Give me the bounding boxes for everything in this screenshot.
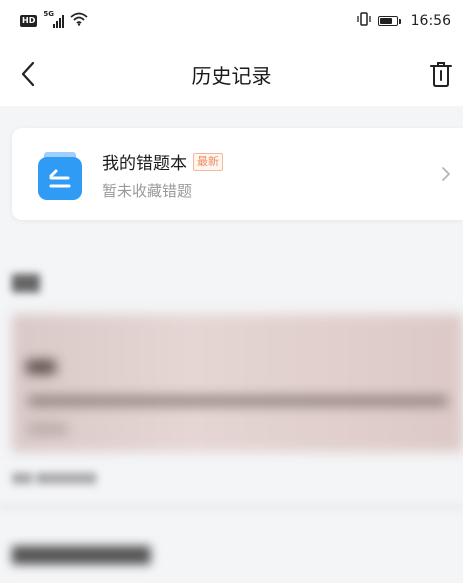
chevron-left-icon xyxy=(21,61,35,87)
status-time: 16:56 xyxy=(410,13,451,29)
blurred-item-title: ▇▇▇▇▇▇▇▇▇▇ xyxy=(12,544,151,565)
notebook-icon xyxy=(38,152,82,200)
new-badge: 最新 xyxy=(193,152,223,171)
section-divider xyxy=(0,502,463,512)
chevron-right-icon xyxy=(442,167,450,181)
status-bar: HD 5G 16:56 xyxy=(0,0,463,42)
nav-bar: 历史记录 xyxy=(0,42,463,106)
mistakes-notebook-card[interactable]: 我的错题本 最新 暂未收藏错题 xyxy=(12,128,463,220)
vibrate-icon xyxy=(356,12,372,30)
blurred-history-item[interactable] xyxy=(12,314,463,452)
card-title: 我的错题本 xyxy=(102,154,187,174)
page-title: 历史记录 xyxy=(191,63,272,88)
trash-icon xyxy=(430,62,452,87)
battery-icon xyxy=(377,16,401,26)
back-button[interactable] xyxy=(10,56,46,92)
hd-icon: HD xyxy=(20,15,38,27)
signal-icon: 5G xyxy=(43,10,65,28)
blurred-section-label: ▇▇ xyxy=(12,272,40,293)
clear-history-button[interactable] xyxy=(423,56,459,92)
card-title-row: 我的错题本 最新 xyxy=(102,149,223,174)
status-left: HD 5G xyxy=(20,10,88,30)
blurred-meta: ▆▆ ▆▆▆▆▆▆ xyxy=(12,470,97,485)
blurred-history-section: ▇▇ ▆▆ ▆▆▆▆▆▆ ▇▇▇▇▇▇▇▇▇▇ xyxy=(0,232,463,583)
wifi-icon xyxy=(70,12,88,30)
network-type: 5G xyxy=(43,10,54,18)
card-subtitle: 暂未收藏错题 xyxy=(102,182,193,200)
status-right: 16:56 xyxy=(356,12,451,30)
